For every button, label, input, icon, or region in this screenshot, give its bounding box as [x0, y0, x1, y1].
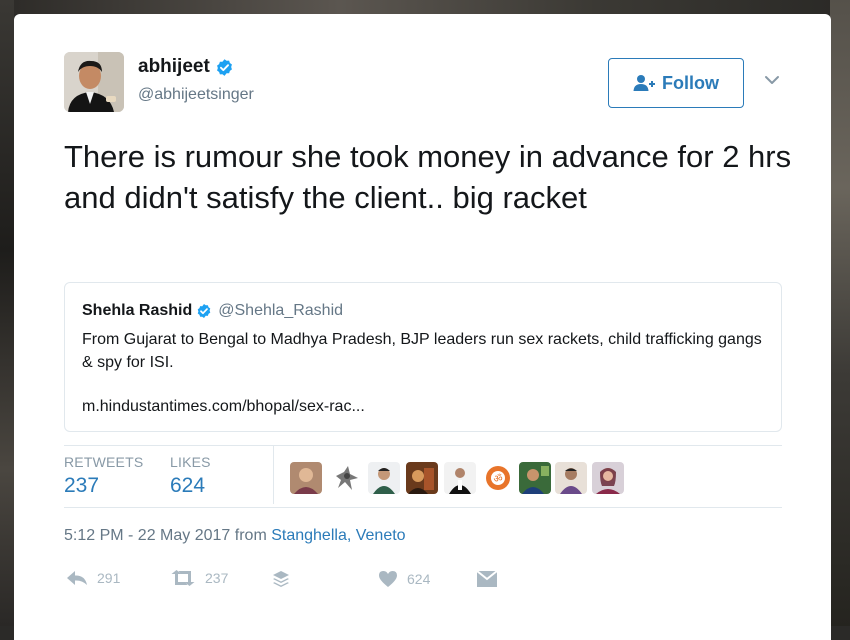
quoted-author-handle: @Shehla_Rashid	[218, 302, 344, 319]
quoted-tweet-header: Shehla Rashid @Shehla_Rashid	[82, 302, 343, 320]
liker-avatar[interactable]	[290, 462, 322, 494]
divider	[64, 445, 782, 446]
retweet-count: 237	[205, 570, 229, 586]
follow-button[interactable]: Follow	[608, 58, 744, 108]
liker-avatar[interactable]: ॐ	[482, 462, 514, 494]
like-button[interactable]: 624	[378, 570, 430, 588]
likes-count: 624	[170, 474, 206, 497]
quoted-author-name: Shehla Rashid	[82, 302, 193, 319]
background-left	[0, 0, 14, 626]
likes-stat[interactable]: LIKES 624	[170, 454, 211, 498]
author-name[interactable]: abhijeet	[138, 56, 210, 78]
author-name-row[interactable]: abhijeet	[138, 56, 234, 78]
liker-avatar[interactable]	[592, 462, 624, 494]
direct-message-button[interactable]	[476, 570, 498, 588]
quoted-tweet-text: From Gujarat to Bengal to Madhya Pradesh…	[82, 331, 762, 371]
quoted-tweet-link[interactable]: m.hindustantimes.com/bhopal/sex-rac...	[82, 398, 365, 416]
divider	[64, 507, 782, 508]
quoted-tweet[interactable]: Shehla Rashid @Shehla_Rashid From Gujara…	[64, 282, 782, 432]
tweet-meta: 5:12 PM - 22 May 2017 from Stanghella, V…	[64, 527, 406, 545]
direct-message-icon	[476, 570, 498, 587]
chevron-down-icon[interactable]	[764, 74, 780, 86]
reply-icon	[67, 571, 87, 585]
likes-label: LIKES	[170, 454, 211, 470]
heart-icon	[379, 571, 397, 587]
retweets-stat[interactable]: RETWEETS 237	[64, 454, 143, 498]
buffer-stack-icon	[273, 571, 289, 587]
author-handle[interactable]: @abhijeetsinger	[138, 86, 254, 104]
stats-separator	[273, 446, 274, 504]
tweet-text: There is rumour she took money in advanc…	[64, 139, 792, 215]
verified-badge-icon	[216, 58, 232, 76]
background-right	[830, 0, 850, 626]
liker-avatar[interactable]	[368, 462, 400, 494]
liker-avatar[interactable]	[519, 462, 551, 494]
liker-avatar[interactable]	[406, 462, 438, 494]
retweets-count: 237	[64, 474, 100, 497]
verified-badge-icon	[197, 304, 211, 318]
buffer-button[interactable]	[272, 570, 290, 588]
background-top	[0, 0, 850, 14]
follow-button-label: Follow	[662, 72, 719, 93]
reply-count: 291	[97, 570, 121, 586]
svg-text:ॐ: ॐ	[493, 473, 502, 485]
author-avatar[interactable]	[64, 52, 124, 112]
tweet-location-link[interactable]: Stanghella, Veneto	[271, 527, 405, 544]
liker-avatar[interactable]	[555, 462, 587, 494]
liker-avatar[interactable]	[330, 462, 362, 494]
retweet-button[interactable]: 237	[170, 570, 228, 586]
from-label: from	[234, 527, 267, 544]
reply-button[interactable]: 291	[66, 570, 120, 586]
follow-user-icon	[633, 75, 655, 91]
liker-avatar[interactable]	[444, 462, 476, 494]
retweets-label: RETWEETS	[64, 454, 144, 470]
tweet-timestamp[interactable]: 5:12 PM - 22 May 2017	[64, 527, 230, 544]
tweet-card: abhijeet @abhijeetsinger Follow There is…	[14, 14, 831, 640]
retweet-icon	[171, 570, 195, 586]
like-count: 624	[407, 571, 431, 587]
